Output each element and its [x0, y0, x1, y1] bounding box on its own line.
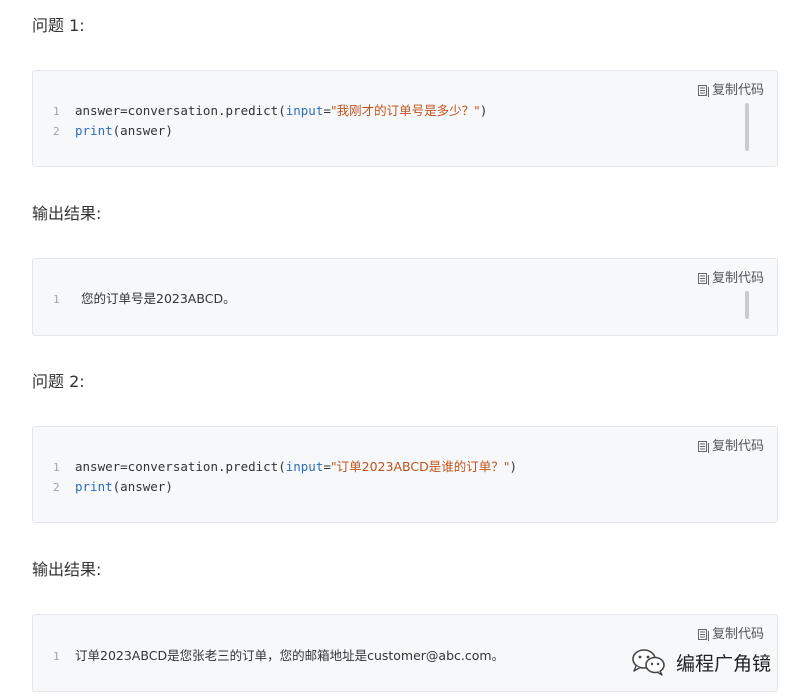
code-line: 1 answer=conversation.predict(input="我刚才的… [53, 101, 487, 122]
copy-icon [697, 273, 709, 285]
copy-code-label: 复制代码 [711, 271, 764, 286]
watermark: 编程广角镜 [630, 648, 771, 676]
output-1-heading: 输出结果: [32, 204, 102, 223]
wechat-icon [630, 648, 668, 676]
code-keyword: input [285, 103, 324, 118]
copy-icon [697, 441, 709, 453]
code-text: = [323, 459, 331, 474]
scrollbar[interactable] [745, 291, 749, 319]
copy-code-button[interactable]: 复制代码 [697, 271, 764, 287]
output-text: 订单2023ABCD是您张老三的订单，您的邮箱地址是customer@abc.c… [75, 648, 505, 663]
question-1-heading: 问题 1: [32, 16, 85, 35]
code-text: (answer) [112, 123, 173, 138]
line-number: 1 [53, 650, 60, 663]
line-number: 1 [53, 105, 60, 118]
copy-code-button[interactable]: 复制代码 [697, 83, 764, 99]
code-string: "订单2023ABCD是谁的订单？" [330, 459, 510, 474]
code-keyword: input [285, 459, 324, 474]
code-line: 2 print(answer) [53, 477, 173, 498]
code-block-output-1: 复制代码 1 您的订单号是2023ABCD。 [32, 258, 778, 336]
code-line: 2 print(answer) [53, 121, 173, 142]
scrollbar[interactable] [745, 103, 749, 151]
code-text: (answer) [112, 479, 173, 494]
code-block-question-1: 复制代码 1 answer=conversation.predict(input=… [32, 70, 778, 167]
code-string: "我刚才的订单号是多少？" [330, 103, 480, 118]
copy-icon [697, 85, 709, 97]
code-keyword: print [75, 123, 113, 138]
code-line: 1 answer=conversation.predict(input="订单20… [53, 457, 517, 478]
copy-code-label: 复制代码 [711, 627, 764, 642]
watermark-text: 编程广角镜 [676, 652, 772, 675]
code-text: ) [479, 103, 488, 118]
copy-code-label: 复制代码 [711, 439, 764, 454]
output-text: 您的订单号是2023ABCD。 [81, 291, 236, 306]
line-number: 1 [53, 293, 60, 306]
code-text: = [323, 103, 331, 118]
code-text: answer=conversation.predict( [75, 459, 286, 474]
copy-code-label: 复制代码 [711, 83, 764, 98]
code-block-question-2: 复制代码 1 answer=conversation.predict(input=… [32, 426, 778, 523]
line-number: 2 [53, 125, 60, 138]
code-keyword: print [75, 479, 113, 494]
question-2-heading: 问题 2: [32, 372, 85, 391]
line-number: 2 [53, 481, 60, 494]
code-text: answer=conversation.predict( [75, 103, 286, 118]
output-2-heading: 输出结果: [32, 560, 102, 579]
copy-icon [697, 629, 709, 641]
copy-code-button[interactable]: 复制代码 [697, 627, 764, 643]
line-number: 1 [53, 461, 60, 474]
copy-code-button[interactable]: 复制代码 [697, 439, 764, 455]
code-text: ) [509, 459, 517, 474]
code-line: 1 订单2023ABCD是您张老三的订单，您的邮箱地址是customer@abc.… [53, 646, 504, 667]
code-line: 1 您的订单号是2023ABCD。 [53, 289, 236, 310]
